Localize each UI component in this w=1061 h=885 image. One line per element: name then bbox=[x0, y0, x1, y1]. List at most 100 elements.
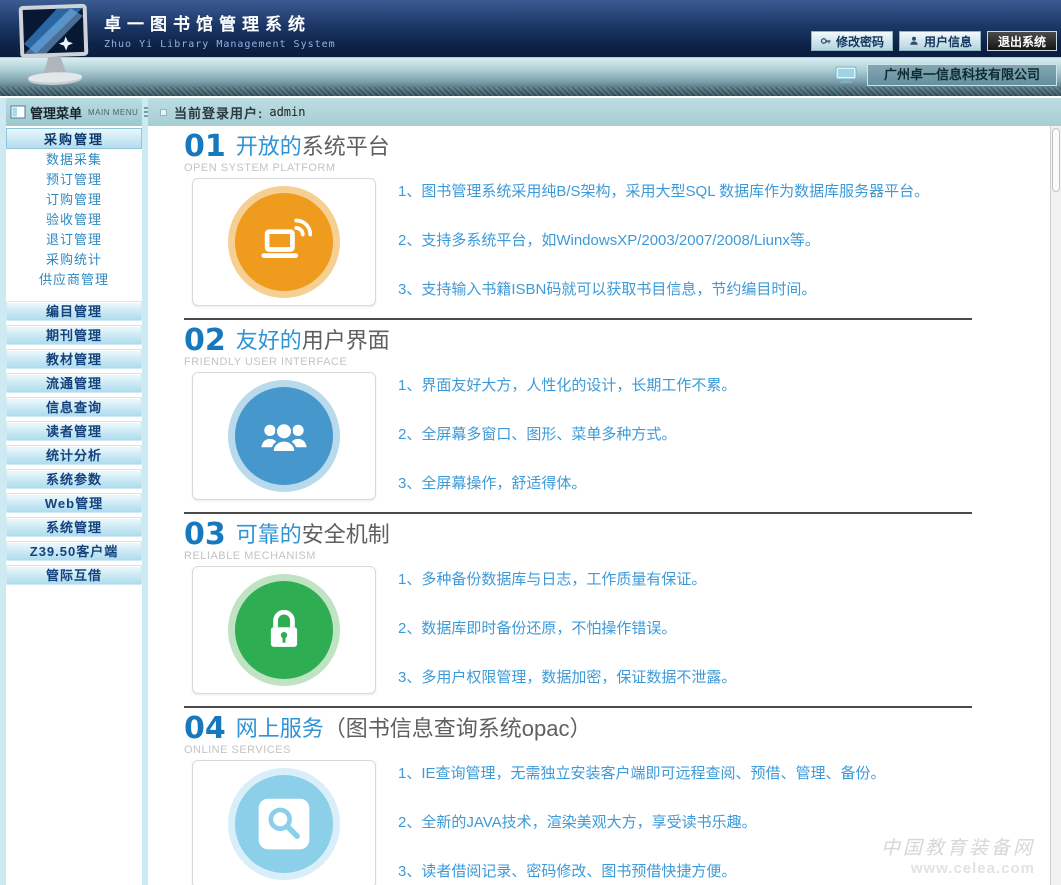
feature-item: 1、图书管理系统采用纯B/S架构，采用大型SQL 数据库作为数据库服务器平台。 bbox=[398, 181, 929, 202]
section-row: 1、多种备份数据库与日志，工作质量有保证。2、数据库即时备份还原，不怕操作错误。… bbox=[184, 566, 1061, 698]
icon-halo bbox=[228, 186, 340, 298]
sidebar: 管理菜单 MAIN MENU 采购管理 数据采集预订管理订购管理验收管理退订管理… bbox=[0, 98, 148, 885]
vertical-scrollbar[interactable] bbox=[1050, 126, 1061, 885]
section-header: 04 网上服务 （图书信息查询系统opac） bbox=[184, 712, 1061, 744]
sidebar-sections: 编目管理期刊管理教材管理流通管理信息查询读者管理统计分析系统参数 Web管理系统管… bbox=[6, 301, 142, 585]
section-title-rest: 系统平台 bbox=[302, 132, 390, 162]
brand-block: 卓一图书馆管理系统 Zhuo Yi Library Management Sys… bbox=[104, 10, 336, 50]
section-header: 01 开放的 系统平台 bbox=[184, 130, 1061, 162]
user-info-button[interactable]: 用户信息 bbox=[899, 31, 981, 51]
main-area: 当前登录用户: admin 01 开放的 系统平台 OPEN SYSTEM PL… bbox=[148, 98, 1061, 885]
sidebar-section-button[interactable]: 信息查询 bbox=[6, 397, 142, 417]
lock-icon bbox=[254, 600, 314, 660]
content-panel: 01 开放的 系统平台 OPEN SYSTEM PLATFORM 1、图书管理系… bbox=[148, 126, 1061, 885]
users-icon bbox=[254, 406, 314, 466]
key-icon bbox=[820, 35, 832, 47]
feature-item: 3、多用户权限管理，数据加密，保证数据不泄露。 bbox=[398, 667, 736, 688]
feature-item-list: 1、界面友好大方，人性化的设计，长期工作不累。2、全屏幕多窗口、图形、菜单多种方… bbox=[398, 372, 736, 504]
section-subtitle-en: OPEN SYSTEM PLATFORM bbox=[184, 162, 1061, 175]
section-divider bbox=[184, 512, 972, 514]
sidebar-section-button[interactable]: 统计分析 bbox=[6, 445, 142, 465]
icon-circle bbox=[235, 387, 333, 485]
sidebar-section-button[interactable]: 管际互借 bbox=[6, 565, 142, 585]
feature-section: 04 网上服务 （图书信息查询系统opac） ONLINE SERVICES 1… bbox=[184, 712, 1061, 885]
feature-item: 3、全屏幕操作，舒适得体。 bbox=[398, 473, 736, 494]
sidebar-header: 管理菜单 MAIN MENU bbox=[6, 98, 142, 126]
sidebar-subitem[interactable]: 供应商管理 bbox=[6, 270, 142, 290]
icon-circle bbox=[235, 775, 333, 873]
sidebar-item-purchase-selected[interactable]: 采购管理 bbox=[6, 128, 142, 149]
current-user-value: admin bbox=[269, 105, 305, 119]
sidebar-section-button[interactable]: Z39.50客户端 bbox=[6, 541, 142, 561]
sub-header: 广州卓一信息科技有限公司 bbox=[0, 58, 1061, 96]
sidebar-subitem[interactable]: 预订管理 bbox=[6, 170, 142, 190]
sidebar-subitem[interactable]: 退订管理 bbox=[6, 230, 142, 250]
section-divider bbox=[184, 706, 972, 708]
section-header: 03 可靠的 安全机制 bbox=[184, 518, 1061, 550]
company-monitor-icon bbox=[835, 66, 857, 84]
feature-item: 2、全新的JAVA技术，渲染美观大方，享受读书乐趣。 bbox=[398, 812, 886, 833]
scrollbar-thumb[interactable] bbox=[1052, 128, 1060, 192]
feature-icon-card bbox=[192, 566, 376, 694]
sidebar-subitem[interactable]: 采购统计 bbox=[6, 250, 142, 270]
sidebar-subitem[interactable]: 数据采集 bbox=[6, 150, 142, 170]
feature-item: 2、全屏幕多窗口、图形、菜单多种方式。 bbox=[398, 424, 736, 445]
app-window: 卓一图书馆管理系统 Zhuo Yi Library Management Sys… bbox=[0, 0, 1061, 885]
user-icon bbox=[908, 35, 920, 47]
section-divider bbox=[184, 318, 972, 320]
app-title: 卓一图书馆管理系统 bbox=[104, 10, 336, 35]
sidebar-subtitle: MAIN MENU bbox=[88, 108, 138, 117]
workspace: 管理菜单 MAIN MENU 采购管理 数据采集预订管理订购管理验收管理退订管理… bbox=[0, 96, 1061, 885]
change-password-button[interactable]: 修改密码 bbox=[811, 31, 893, 51]
feature-sections: 01 开放的 系统平台 OPEN SYSTEM PLATFORM 1、图书管理系… bbox=[184, 130, 1061, 885]
section-number: 03 bbox=[184, 520, 226, 550]
sidebar-section-button[interactable]: 读者管理 bbox=[6, 421, 142, 441]
icon-circle bbox=[235, 581, 333, 679]
icon-halo bbox=[228, 768, 340, 880]
sidebar-section-button[interactable]: 流通管理 bbox=[6, 373, 142, 393]
feature-section: 03 可靠的 安全机制 RELIABLE MECHANISM 1、多种备份数据库… bbox=[184, 518, 1061, 708]
logout-button[interactable]: 退出系统 bbox=[987, 31, 1057, 51]
feature-item-list: 1、多种备份数据库与日志，工作质量有保证。2、数据库即时备份还原，不怕操作错误。… bbox=[398, 566, 736, 698]
section-title-highlight: 网上服务 bbox=[236, 714, 324, 744]
section-title-rest: 安全机制 bbox=[302, 520, 390, 550]
section-subtitle-en: RELIABLE MECHANISM bbox=[184, 550, 1061, 563]
change-password-label: 修改密码 bbox=[836, 33, 884, 50]
section-header: 02 友好的 用户界面 bbox=[184, 324, 1061, 356]
company-name: 广州卓一信息科技有限公司 bbox=[867, 64, 1057, 86]
feature-item: 2、支持多系统平台，如WindowsXP/2003/2007/2008/Liun… bbox=[398, 230, 929, 251]
icon-halo bbox=[228, 380, 340, 492]
icon-halo bbox=[228, 574, 340, 686]
sidebar-section-button[interactable]: 期刊管理 bbox=[6, 325, 142, 345]
app-header: 卓一图书馆管理系统 Zhuo Yi Library Management Sys… bbox=[0, 0, 1061, 58]
sidebar-subitem[interactable]: 订购管理 bbox=[6, 190, 142, 210]
section-row: 1、IE查询管理，无需独立安装客户端即可远程查阅、预借、管理、备份。2、全新的J… bbox=[184, 760, 1061, 885]
logout-label: 退出系统 bbox=[998, 33, 1046, 50]
section-row: 1、界面友好大方，人性化的设计，长期工作不累。2、全屏幕多窗口、图形、菜单多种方… bbox=[184, 372, 1061, 504]
section-number: 04 bbox=[184, 714, 226, 744]
feature-item: 2、数据库即时备份还原，不怕操作错误。 bbox=[398, 618, 736, 639]
section-title-rest: （图书信息查询系统opac） bbox=[324, 714, 592, 744]
feature-section: 01 开放的 系统平台 OPEN SYSTEM PLATFORM 1、图书管理系… bbox=[184, 130, 1061, 320]
sidebar-section-button[interactable]: Web管理 bbox=[6, 493, 142, 513]
section-subtitle-en: FRIENDLY USER INTERFACE bbox=[184, 356, 1061, 369]
status-bar: 当前登录用户: admin bbox=[148, 98, 1061, 126]
sidebar-title: 管理菜单 bbox=[30, 103, 82, 122]
feature-section: 02 友好的 用户界面 FRIENDLY USER INTERFACE 1、界面… bbox=[184, 324, 1061, 514]
sidebar-section-button[interactable]: 教材管理 bbox=[6, 349, 142, 369]
header-actions: 修改密码 用户信息 退出系统 bbox=[811, 31, 1057, 51]
section-title-rest: 用户界面 bbox=[302, 326, 390, 356]
section-number: 01 bbox=[184, 132, 226, 162]
sidebar-section-button[interactable]: 编目管理 bbox=[6, 301, 142, 321]
sidebar-section-button[interactable]: 系统参数 bbox=[6, 469, 142, 489]
sidebar-submenu: 数据采集预订管理订购管理验收管理退订管理采购统计供应商管理 bbox=[6, 150, 142, 290]
app-subtitle: Zhuo Yi Library Management System bbox=[104, 39, 336, 50]
feature-item-list: 1、IE查询管理，无需独立安装客户端即可远程查阅、预借、管理、备份。2、全新的J… bbox=[398, 760, 886, 885]
sidebar-subitem[interactable]: 验收管理 bbox=[6, 210, 142, 230]
sidebar-section-button[interactable]: 系统管理 bbox=[6, 517, 142, 537]
feature-icon-card bbox=[192, 372, 376, 500]
feature-item: 3、读者借阅记录、密码修改、图书预借快捷方便。 bbox=[398, 861, 886, 882]
section-title-highlight: 开放的 bbox=[236, 132, 302, 162]
section-subtitle-en: ONLINE SERVICES bbox=[184, 744, 1061, 757]
feature-item: 3、支持输入书籍ISBN码就可以获取书目信息，节约编目时间。 bbox=[398, 279, 929, 300]
